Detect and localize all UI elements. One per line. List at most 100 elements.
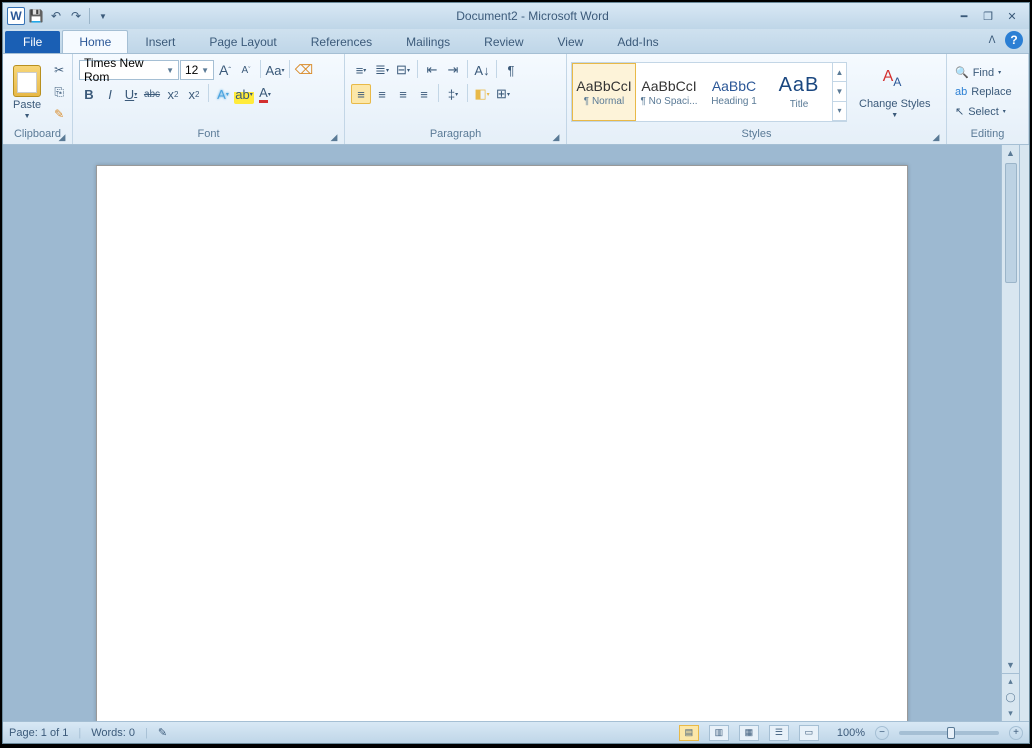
- undo-icon[interactable]: ↶: [47, 7, 65, 25]
- italic-button[interactable]: I: [100, 84, 120, 104]
- outline-view-button[interactable]: ☰: [769, 725, 789, 741]
- superscript-button[interactable]: x2: [184, 84, 204, 104]
- word-icon[interactable]: W: [7, 7, 25, 25]
- tab-view[interactable]: View: [541, 30, 601, 53]
- style-normal[interactable]: AaBbCcI ¶ Normal: [572, 63, 636, 121]
- scroll-thumb[interactable]: [1005, 163, 1017, 283]
- quick-access-toolbar: W 💾 ↶ ↷ ▼: [3, 7, 112, 25]
- subscript-button[interactable]: x2: [163, 84, 183, 104]
- zoom-slider[interactable]: [899, 731, 999, 735]
- window-controls: ━ ❐ ✕: [953, 8, 1029, 24]
- draft-view-button[interactable]: ▭: [799, 725, 819, 741]
- sort-button[interactable]: A↓: [472, 60, 492, 80]
- show-hide-button[interactable]: ¶: [501, 60, 521, 80]
- next-page-button[interactable]: ▾: [1002, 705, 1019, 721]
- find-button[interactable]: 🔍Find▾: [951, 64, 1016, 81]
- justify-button[interactable]: ≡: [414, 84, 434, 104]
- tab-home[interactable]: Home: [62, 30, 128, 53]
- align-center-button[interactable]: ≡: [372, 84, 392, 104]
- status-bar: Page: 1 of 1 | Words: 0 | ✎ ▤ ▥ ▦ ☰ ▭ 10…: [3, 721, 1029, 743]
- styles-dialog-launcher[interactable]: ◢: [930, 131, 942, 143]
- minimize-button[interactable]: ━: [953, 8, 975, 24]
- gallery-up-button[interactable]: ▲: [833, 63, 846, 82]
- tab-addins[interactable]: Add-Ins: [600, 30, 675, 53]
- change-styles-button[interactable]: AA Change Styles ▼: [853, 57, 937, 127]
- change-case-button[interactable]: Aa▾: [265, 60, 285, 80]
- select-button[interactable]: ↖Select▾: [951, 103, 1016, 120]
- prev-page-button[interactable]: ▴: [1002, 673, 1019, 689]
- clipboard-dialog-launcher[interactable]: ◢: [56, 131, 68, 143]
- paragraph-dialog-launcher[interactable]: ◢: [550, 131, 562, 143]
- tab-references[interactable]: References: [294, 30, 389, 53]
- app-window: W 💾 ↶ ↷ ▼ Document2 - Microsoft Word ━ ❐…: [2, 2, 1030, 744]
- text-effects-button[interactable]: A▾: [213, 84, 233, 104]
- font-color-button[interactable]: A▾: [255, 84, 275, 104]
- full-screen-reading-view-button[interactable]: ▥: [709, 725, 729, 741]
- tab-review[interactable]: Review: [467, 30, 540, 53]
- shrink-font-button[interactable]: Aˇ: [236, 60, 256, 80]
- borders-button[interactable]: ⊞▾: [493, 84, 513, 104]
- copy-icon[interactable]: [49, 82, 69, 102]
- strikethrough-button[interactable]: abc: [142, 84, 162, 104]
- line-spacing-button[interactable]: ‡▾: [443, 84, 463, 104]
- styles-gallery: AaBbCcI ¶ Normal AaBbCcI ¶ No Spaci... A…: [571, 62, 847, 122]
- tab-pagelayout[interactable]: Page Layout: [192, 30, 293, 53]
- redo-icon[interactable]: ↷: [67, 7, 85, 25]
- scroll-up-button[interactable]: ▲: [1002, 145, 1019, 161]
- style-title[interactable]: AaB Title: [767, 63, 831, 121]
- tab-insert[interactable]: Insert: [128, 30, 192, 53]
- format-painter-icon[interactable]: [49, 104, 69, 124]
- view-splitter[interactable]: [1019, 145, 1029, 721]
- font-dialog-launcher[interactable]: ◢: [328, 131, 340, 143]
- align-right-button[interactable]: ≡: [393, 84, 413, 104]
- group-label-editing: Editing: [951, 128, 1024, 144]
- select-browse-object[interactable]: ◯: [1002, 689, 1019, 705]
- change-styles-icon: AA: [881, 65, 909, 96]
- clear-formatting-button[interactable]: ⌫: [294, 60, 314, 80]
- align-left-button[interactable]: ≡: [351, 84, 371, 104]
- minimize-ribbon-icon[interactable]: ᐱ: [983, 31, 1001, 49]
- style-no-spacing[interactable]: AaBbCcI ¶ No Spaci...: [637, 63, 701, 121]
- document-page[interactable]: [96, 165, 908, 721]
- grow-font-button[interactable]: Aˆ: [215, 60, 235, 80]
- word-count[interactable]: Words: 0: [91, 727, 135, 739]
- replace-button[interactable]: abReplace: [951, 84, 1016, 100]
- increase-indent-button[interactable]: ⇥: [443, 60, 463, 80]
- bold-button[interactable]: B: [79, 84, 99, 104]
- shading-button[interactable]: ◧▾: [472, 84, 492, 104]
- zoom-level[interactable]: 100%: [837, 727, 865, 739]
- gallery-down-button[interactable]: ▼: [833, 82, 846, 101]
- close-button[interactable]: ✕: [1001, 8, 1023, 24]
- tab-mailings[interactable]: Mailings: [389, 30, 467, 53]
- zoom-out-button[interactable]: −: [875, 726, 889, 740]
- font-name-combo[interactable]: Times New Rom▼: [79, 60, 179, 80]
- web-layout-view-button[interactable]: ▦: [739, 725, 759, 741]
- scroll-down-button[interactable]: ▼: [1002, 657, 1019, 673]
- group-font: Times New Rom▼ 12▼ Aˆ Aˇ Aa▾ ⌫ B I U▾ ab…: [73, 54, 345, 144]
- numbering-button[interactable]: ≣▾: [372, 60, 392, 80]
- font-size-combo[interactable]: 12▼: [180, 60, 214, 80]
- underline-button[interactable]: U▾: [121, 84, 141, 104]
- multilevel-list-button[interactable]: ⊟▾: [393, 60, 413, 80]
- qat-customize-dropdown[interactable]: ▼: [94, 7, 112, 25]
- spellcheck-icon[interactable]: ✎: [158, 726, 167, 739]
- style-heading1[interactable]: AaBbC Heading 1: [702, 63, 766, 121]
- zoom-handle[interactable]: [947, 727, 955, 739]
- window-title: Document2 - Microsoft Word: [112, 9, 953, 23]
- cut-icon[interactable]: [49, 60, 69, 80]
- highlight-button[interactable]: ab▾: [234, 84, 254, 104]
- print-layout-view-button[interactable]: ▤: [679, 725, 699, 741]
- group-styles: AaBbCcI ¶ Normal AaBbCcI ¶ No Spaci... A…: [567, 54, 947, 144]
- paste-button[interactable]: Paste ▼: [7, 57, 47, 127]
- tab-file[interactable]: File: [5, 31, 60, 53]
- zoom-in-button[interactable]: +: [1009, 726, 1023, 740]
- help-icon[interactable]: ?: [1005, 31, 1023, 49]
- page-status[interactable]: Page: 1 of 1: [9, 727, 68, 739]
- bullets-button[interactable]: ≡▾: [351, 60, 371, 80]
- gallery-more-button[interactable]: ▾: [833, 102, 846, 121]
- decrease-indent-button[interactable]: ⇤: [422, 60, 442, 80]
- save-icon[interactable]: 💾: [27, 7, 45, 25]
- restore-button[interactable]: ❐: [977, 8, 999, 24]
- svg-text:A: A: [893, 75, 902, 89]
- vertical-scrollbar[interactable]: ▲ ▼ ▴ ◯ ▾: [1001, 145, 1019, 721]
